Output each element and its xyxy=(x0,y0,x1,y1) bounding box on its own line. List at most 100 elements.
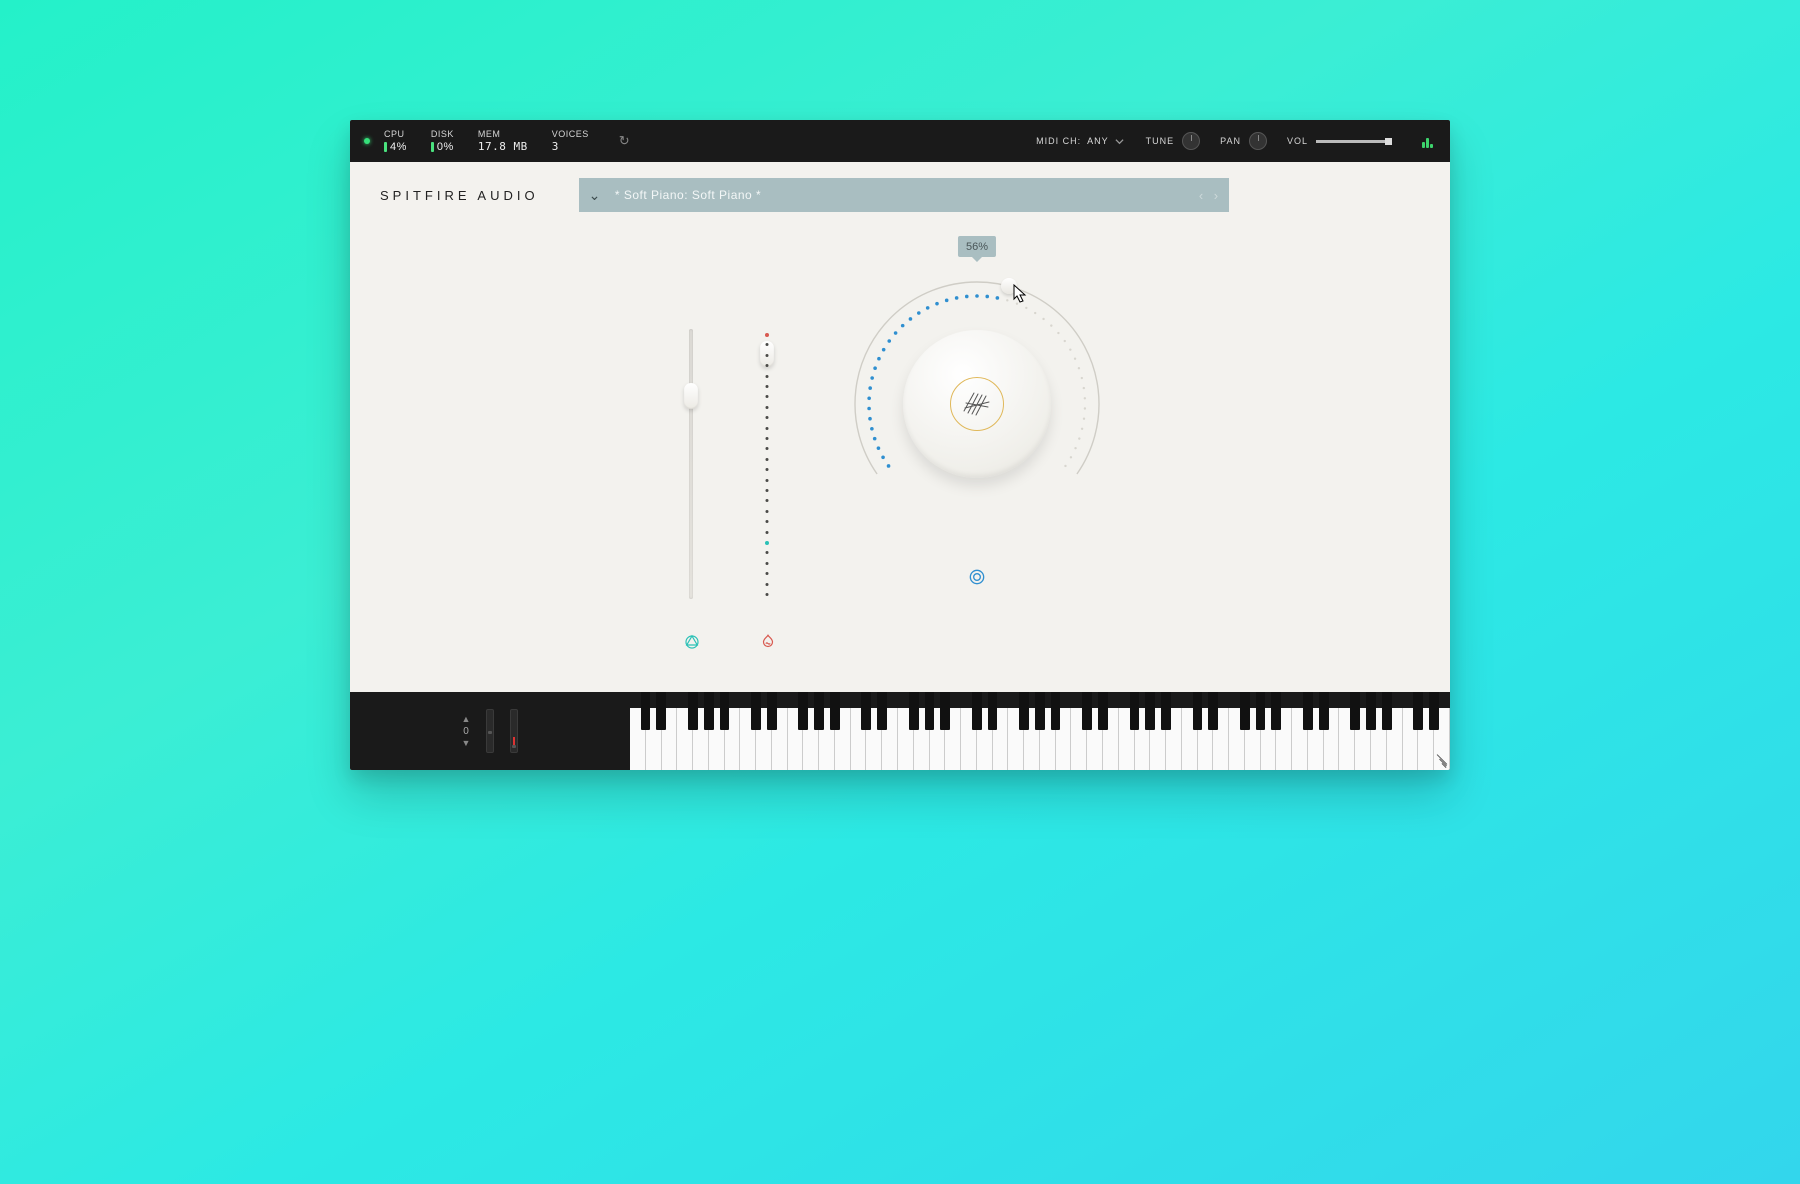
cpu-value: 4% xyxy=(390,141,407,153)
disk-value: 0% xyxy=(437,141,454,153)
pan-knob-icon[interactable] xyxy=(1249,132,1267,150)
knob-handle[interactable] xyxy=(1001,278,1017,294)
white-key[interactable] xyxy=(1292,708,1308,770)
octave-down-button[interactable]: ▼ xyxy=(462,739,471,748)
cpu-meter-icon xyxy=(384,142,387,152)
white-key[interactable] xyxy=(740,708,756,770)
white-key[interactable] xyxy=(1339,708,1355,770)
white-key[interactable] xyxy=(1229,708,1245,770)
preset-name: * Soft Piano: Soft Piano * xyxy=(615,188,761,202)
white-key[interactable] xyxy=(1024,708,1040,770)
pan-control[interactable]: PAN xyxy=(1220,132,1267,150)
white-key[interactable] xyxy=(866,708,882,770)
white-key[interactable] xyxy=(662,708,678,770)
white-key[interactable] xyxy=(1371,708,1387,770)
knob-face[interactable] xyxy=(903,330,1051,478)
white-key[interactable] xyxy=(709,708,725,770)
white-key[interactable] xyxy=(803,708,819,770)
white-key[interactable] xyxy=(1182,708,1198,770)
white-key[interactable] xyxy=(772,708,788,770)
white-key[interactable] xyxy=(1245,708,1261,770)
white-key[interactable] xyxy=(1261,708,1277,770)
dynamics-icon xyxy=(759,633,777,656)
prev-preset-button[interactable]: ‹ xyxy=(1199,188,1204,203)
white-key[interactable] xyxy=(630,708,646,770)
virtual-keyboard[interactable] xyxy=(630,692,1450,770)
white-key[interactable] xyxy=(693,708,709,770)
white-key[interactable] xyxy=(1071,708,1087,770)
midi-channel-select[interactable]: MIDI CH: ANY xyxy=(1036,136,1124,146)
mod-wheel[interactable] xyxy=(510,709,518,753)
disk-meter-icon xyxy=(431,142,434,152)
white-key[interactable] xyxy=(1276,708,1292,770)
white-key[interactable] xyxy=(1166,708,1182,770)
knob-percent-label: 56% xyxy=(966,241,988,253)
white-key[interactable] xyxy=(819,708,835,770)
voices-label: VOICES xyxy=(552,129,589,139)
dynamics-slider[interactable] xyxy=(759,329,775,599)
brand-logo: SPITFIRE AUDIO xyxy=(380,188,539,203)
white-key[interactable] xyxy=(1403,708,1419,770)
voices-readout: VOICES 3 xyxy=(552,129,589,153)
white-key[interactable] xyxy=(756,708,772,770)
white-key[interactable] xyxy=(1213,708,1229,770)
pan-label: PAN xyxy=(1220,136,1241,146)
white-key[interactable] xyxy=(1103,708,1119,770)
slider-thumb[interactable] xyxy=(684,383,698,409)
volume-slider[interactable] xyxy=(1316,140,1390,143)
expression-slider[interactable] xyxy=(683,329,699,599)
white-key[interactable] xyxy=(1040,708,1056,770)
plugin-window: CPU 4% DISK 0% MEM 17.8 MB VOICES 3 ↻ MI… xyxy=(350,120,1450,770)
mem-readout: MEM 17.8 MB xyxy=(478,129,528,153)
white-key[interactable] xyxy=(725,708,741,770)
white-key[interactable] xyxy=(1008,708,1024,770)
white-key[interactable] xyxy=(1308,708,1324,770)
octave-stepper[interactable]: ▲ 0 ▼ xyxy=(462,715,471,748)
volume-control[interactable]: VOL xyxy=(1287,136,1390,146)
white-key[interactable] xyxy=(882,708,898,770)
white-key[interactable] xyxy=(1056,708,1072,770)
white-key[interactable] xyxy=(898,708,914,770)
vertical-sliders xyxy=(683,268,777,656)
next-preset-button[interactable]: › xyxy=(1214,188,1219,203)
white-key[interactable] xyxy=(914,708,930,770)
reverb-icon xyxy=(967,567,987,592)
white-key[interactable] xyxy=(1198,708,1214,770)
white-key[interactable] xyxy=(1324,708,1340,770)
disk-readout: DISK 0% xyxy=(431,129,454,153)
power-led-icon xyxy=(364,138,370,144)
white-key[interactable] xyxy=(835,708,851,770)
white-key[interactable] xyxy=(1150,708,1166,770)
white-key[interactable] xyxy=(1119,708,1135,770)
white-key[interactable] xyxy=(930,708,946,770)
refresh-icon[interactable]: ↻ xyxy=(619,133,630,149)
white-key[interactable] xyxy=(1135,708,1151,770)
mem-label: MEM xyxy=(478,129,528,139)
white-key[interactable] xyxy=(993,708,1009,770)
white-key[interactable] xyxy=(851,708,867,770)
midi-value: ANY xyxy=(1087,136,1109,146)
white-key[interactable] xyxy=(1087,708,1103,770)
disk-label: DISK xyxy=(431,129,454,139)
white-key[interactable] xyxy=(977,708,993,770)
white-key[interactable] xyxy=(945,708,961,770)
cpu-readout: CPU 4% xyxy=(384,129,407,153)
reverb-knob[interactable]: 56% xyxy=(837,264,1117,544)
white-key[interactable] xyxy=(1387,708,1403,770)
preset-selector[interactable]: ⌄ * Soft Piano: Soft Piano * ‹ › xyxy=(579,178,1229,212)
keyboard-strip: ▲ 0 ▼ xyxy=(350,692,1450,770)
white-key[interactable] xyxy=(788,708,804,770)
chevron-down-icon[interactable]: ⌄ xyxy=(589,187,601,204)
chevron-down-icon xyxy=(1115,137,1124,146)
white-key[interactable] xyxy=(646,708,662,770)
resize-handle-icon[interactable] xyxy=(1432,752,1446,766)
white-key[interactable] xyxy=(677,708,693,770)
white-key[interactable] xyxy=(961,708,977,770)
midi-label: MIDI CH: xyxy=(1036,136,1081,146)
tune-knob-icon[interactable] xyxy=(1182,132,1200,150)
pitch-wheel[interactable] xyxy=(486,709,494,753)
tune-control[interactable]: TUNE xyxy=(1146,132,1201,150)
white-key[interactable] xyxy=(1355,708,1371,770)
octave-up-button[interactable]: ▲ xyxy=(462,715,471,724)
mem-value: 17.8 MB xyxy=(478,140,528,153)
